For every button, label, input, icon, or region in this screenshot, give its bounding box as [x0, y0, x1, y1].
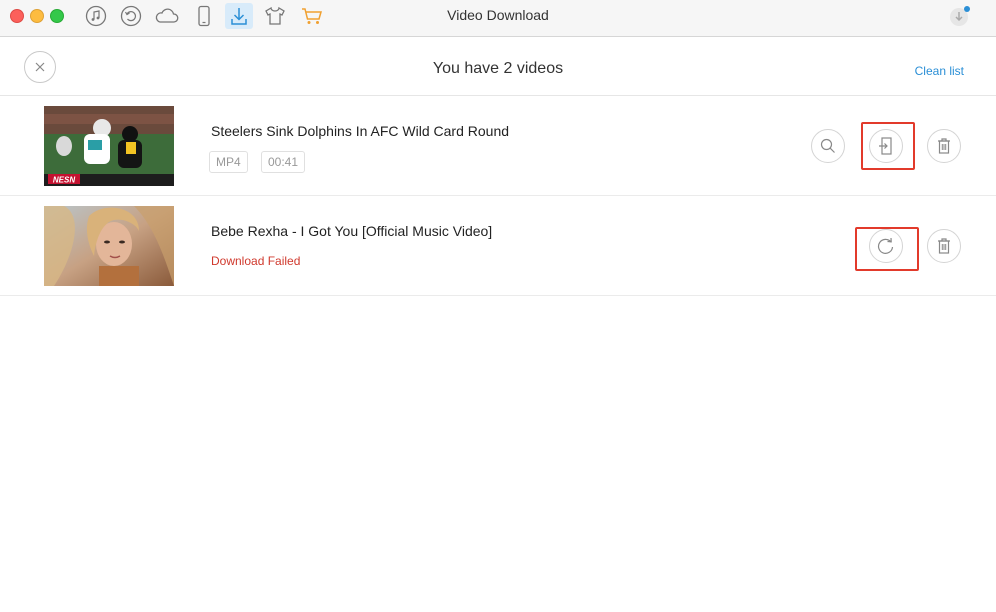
- delete-button[interactable]: [927, 129, 961, 163]
- list-header: You have 2 videos Clean list: [0, 37, 996, 96]
- clean-list-link[interactable]: Clean list: [915, 64, 964, 78]
- video-row: NESN Steelers Sink Dolphins In AFC Wild …: [0, 96, 996, 196]
- downloads-indicator-icon[interactable]: [945, 3, 973, 29]
- video-thumbnail: NESN: [44, 106, 174, 186]
- window-title: Video Download: [447, 7, 549, 23]
- duration-tag: 00:41: [261, 151, 306, 173]
- search-button[interactable]: [811, 129, 845, 163]
- search-icon: [820, 138, 835, 153]
- import-icon: [879, 137, 892, 155]
- thumbnail-logo-text: NESN: [53, 176, 75, 185]
- retry-icon: [877, 237, 894, 254]
- retry-button[interactable]: [869, 229, 903, 263]
- video-thumbnail: [44, 206, 174, 286]
- video-row: Bebe Rexha - I Got You [Official Music V…: [0, 196, 996, 296]
- video-title: Bebe Rexha - I Got You [Official Music V…: [211, 223, 493, 239]
- video-count-title: You have 2 videos: [432, 60, 564, 77]
- title-bar: Video Download: [0, 0, 996, 37]
- import-button[interactable]: [869, 129, 903, 163]
- format-tag: MP4: [209, 151, 248, 173]
- video-title: Steelers Sink Dolphins In AFC Wild Card …: [211, 123, 510, 139]
- trash-icon: [938, 238, 950, 254]
- trash-icon: [938, 138, 950, 154]
- delete-button[interactable]: [927, 229, 961, 263]
- download-status: Download Failed: [211, 254, 301, 268]
